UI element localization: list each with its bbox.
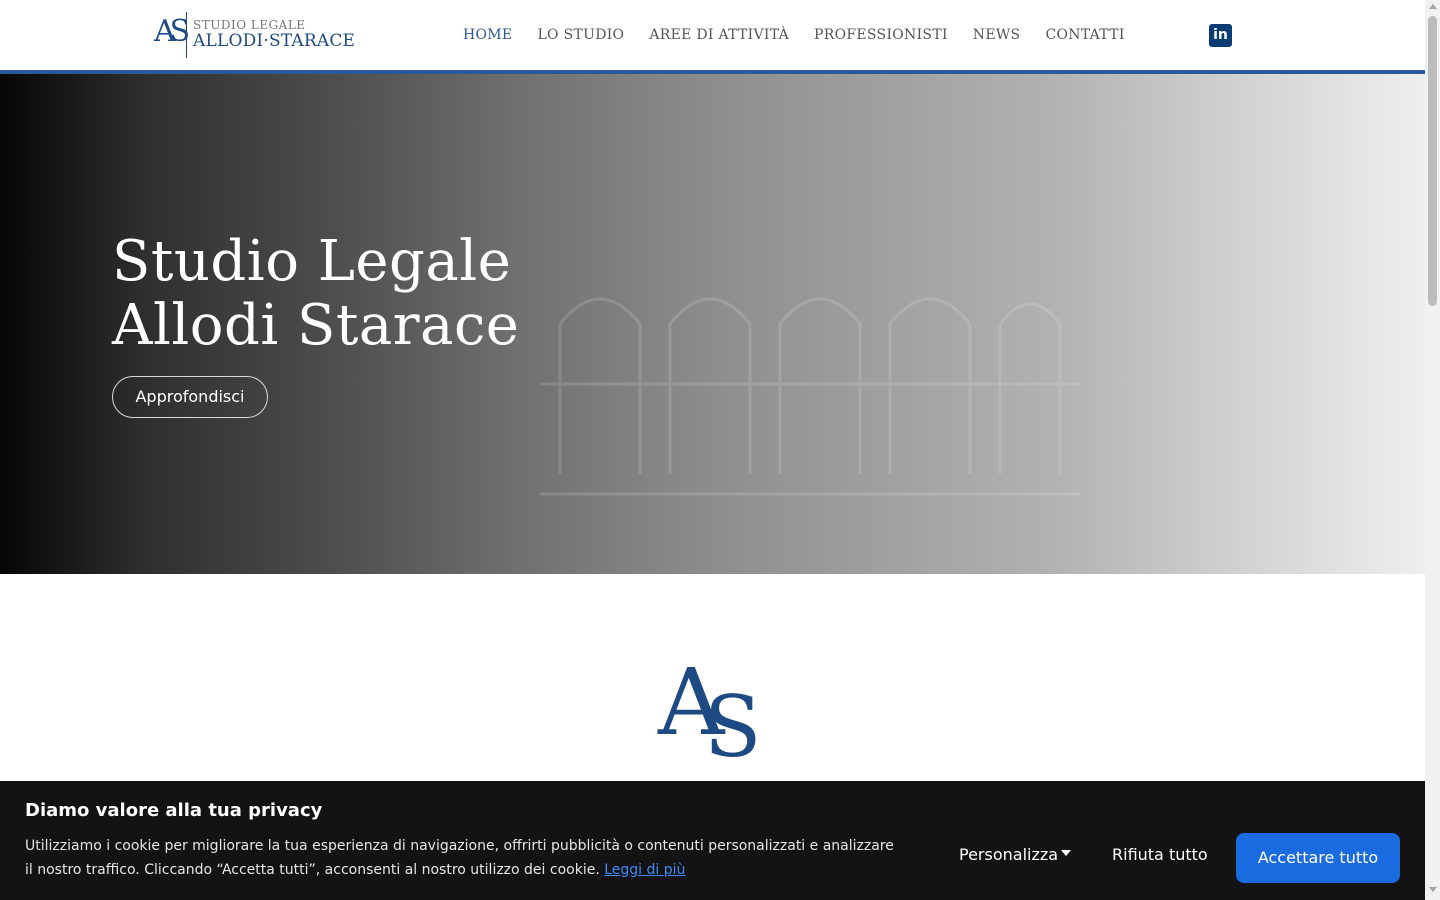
hero-title-line-1: Studio Legale [112, 229, 512, 294]
hero-title-line-2: Allodi Starace [112, 293, 520, 358]
scrollbar-thumb[interactable] [1428, 16, 1437, 306]
nav-professionisti[interactable]: PROFESSIONISTI [814, 27, 948, 43]
main-nav: HOME LO STUDIO AREE DI ATTIVITÀ PROFESSI… [463, 0, 1150, 70]
page-scrollbar[interactable] [1425, 0, 1440, 900]
nav-news[interactable]: NEWS [973, 27, 1021, 43]
logo-line-1: STUDIO LEGALE [193, 18, 306, 32]
site-header: AS STUDIO LEGALE ALLODI·STARACE HOME LO … [0, 0, 1425, 74]
nav-contatti[interactable]: CONTATTI [1045, 27, 1124, 43]
personalizza-button[interactable]: Personalizza [959, 845, 1072, 864]
nav-home[interactable]: HOME [463, 27, 512, 43]
hero-section: Studio Legale Allodi Starace Approfondis… [0, 74, 1425, 574]
logo-line-2: ALLODI·STARACE [193, 31, 356, 51]
caret-down-icon [1061, 850, 1072, 856]
accettare-tutto-button[interactable]: Accettare tutto [1236, 833, 1400, 883]
scroll-down-arrow-icon[interactable] [1429, 887, 1437, 892]
leggi-di-piu-link[interactable]: Leggi di più [604, 862, 685, 878]
site-logo[interactable]: AS STUDIO LEGALE ALLODI·STARACE [152, 10, 362, 60]
cookie-title: Diamo valore alla tua privacy [25, 800, 323, 821]
approfondisci-button[interactable]: Approfondisci [112, 376, 268, 418]
monogram-letter-s: S [704, 678, 762, 762]
personalizza-label: Personalizza [959, 845, 1059, 864]
cookie-consent-banner: Diamo valore alla tua privacy Utilizziam… [0, 781, 1425, 900]
rifiuta-tutto-button[interactable]: Rifiuta tutto [1112, 845, 1208, 864]
logo-monogram: AS [154, 14, 190, 49]
cookie-description: Utilizziamo i cookie per migliorare la t… [25, 834, 905, 882]
linkedin-icon[interactable]: in [1209, 24, 1232, 47]
scroll-up-arrow-icon[interactable] [1429, 4, 1437, 9]
hero-title: Studio Legale Allodi Starace [112, 230, 519, 358]
as-monogram-logo: A S [657, 649, 762, 762]
nav-aree-di-attivita[interactable]: AREE DI ATTIVITÀ [649, 27, 789, 43]
hero-background-building [540, 297, 1080, 496]
cookie-text: Utilizziamo i cookie per migliorare la t… [25, 838, 894, 878]
logo-divider [186, 12, 187, 58]
nav-lo-studio[interactable]: LO STUDIO [537, 27, 624, 43]
